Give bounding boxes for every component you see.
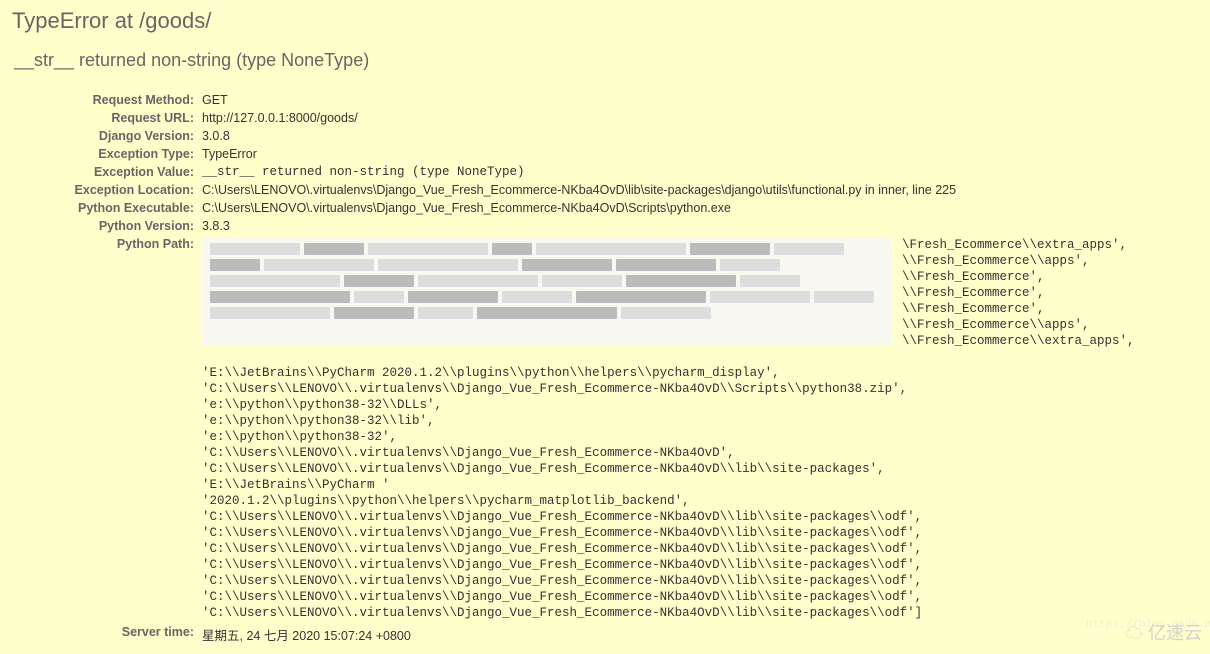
- error-title: TypeError at /goods/: [12, 8, 1198, 34]
- python-path-line-tail: \\Fresh_Ecommerce\\apps',: [902, 253, 1135, 269]
- python-path-line: 'E:\\JetBrains\\PyCharm 2020.1.2\\plugin…: [202, 365, 1198, 381]
- exception-location-value: C:\Users\LENOVO\.virtualenvs\Django_Vue_…: [202, 181, 1198, 199]
- python-path-line-tail: \\Fresh_Ecommerce\\apps',: [902, 317, 1135, 333]
- exception-location-label: Exception Location:: [12, 181, 202, 199]
- cloud-icon: ☁: [1125, 623, 1143, 643]
- python-path-line: 'C:\\Users\\LENOVO\\.virtualenvs\\Django…: [202, 509, 1198, 525]
- python-path-line: 'C:\\Users\\LENOVO\\.virtualenvs\\Django…: [202, 541, 1198, 557]
- python-path-line-tail: \\Fresh_Ecommerce',: [902, 285, 1135, 301]
- python-path-line: 'C:\\Users\\LENOVO\\.virtualenvs\\Django…: [202, 589, 1198, 605]
- request-url-label: Request URL:: [12, 109, 202, 127]
- python-path-line: 'C:\\Users\\LENOVO\\.virtualenvs\\Django…: [202, 605, 1198, 621]
- python-path-line: 'e:\\python\\python38-32\\lib',: [202, 413, 1198, 429]
- django-version-label: Django Version:: [12, 127, 202, 145]
- request-method-value: GET: [202, 91, 1198, 109]
- python-version-label: Python Version:: [12, 217, 202, 235]
- exception-value-label: Exception Value:: [12, 163, 202, 181]
- request-info-table: Request Method: GET Request URL: http://…: [12, 91, 1198, 646]
- python-path-line: 'e:\\python\\python38-32',: [202, 429, 1198, 445]
- python-executable-label: Python Executable:: [12, 199, 202, 217]
- python-path-line-tail: \\Fresh_Ecommerce\\extra_apps',: [902, 333, 1135, 349]
- python-path-line: 'C:\\Users\\LENOVO\\.virtualenvs\\Django…: [202, 525, 1198, 541]
- python-path-value: [ \Fresh_Ecommerce\\extra_apps',\\Fresh_…: [202, 235, 1198, 623]
- python-path-line: '2020.1.2\\plugins\\python\\helpers\\pyc…: [202, 493, 1198, 509]
- server-time-value: 星期五, 24 七月 2020 15:07:24 +0800: [202, 623, 1198, 646]
- python-path-line: 'C:\\Users\\LENOVO\\.virtualenvs\\Django…: [202, 381, 1198, 397]
- python-version-value: 3.8.3: [202, 217, 1198, 235]
- request-url-value: http://127.0.0.1:8000/goods/: [202, 109, 1198, 127]
- error-subtitle: __str__ returned non-string (type NoneTy…: [14, 50, 1198, 71]
- exception-type-label: Exception Type:: [12, 145, 202, 163]
- exception-type-value: TypeError: [202, 145, 1198, 163]
- python-path-line: 'e:\\python\\python38-32\\DLLs',: [202, 397, 1198, 413]
- python-path-line-tail: \\Fresh_Ecommerce',: [902, 301, 1135, 317]
- python-path-line: 'C:\\Users\\LENOVO\\.virtualenvs\\Django…: [202, 445, 1198, 461]
- python-path-label: Python Path:: [12, 235, 202, 623]
- python-path-line-tail: \Fresh_Ecommerce\\extra_apps',: [902, 237, 1135, 253]
- python-path-line: 'E:\\JetBrains\\PyCharm ': [202, 477, 1198, 493]
- server-time-label: Server time:: [12, 623, 202, 646]
- python-path-line-tail: \\Fresh_Ecommerce',: [902, 269, 1135, 285]
- django-version-value: 3.0.8: [202, 127, 1198, 145]
- python-executable-value: C:\Users\LENOVO\.virtualenvs\Django_Vue_…: [202, 199, 1198, 217]
- logo-badge: ☁ 亿速云: [1125, 619, 1202, 645]
- python-path-line: 'C:\\Users\\LENOVO\\.virtualenvs\\Django…: [202, 557, 1198, 573]
- redacted-overlay: [202, 237, 892, 345]
- python-path-line: 'C:\\Users\\LENOVO\\.virtualenvs\\Django…: [202, 573, 1198, 589]
- exception-value-value: __str__ returned non-string (type NoneTy…: [202, 163, 1198, 181]
- python-path-line: 'C:\\Users\\LENOVO\\.virtualenvs\\Django…: [202, 461, 1198, 477]
- request-method-label: Request Method:: [12, 91, 202, 109]
